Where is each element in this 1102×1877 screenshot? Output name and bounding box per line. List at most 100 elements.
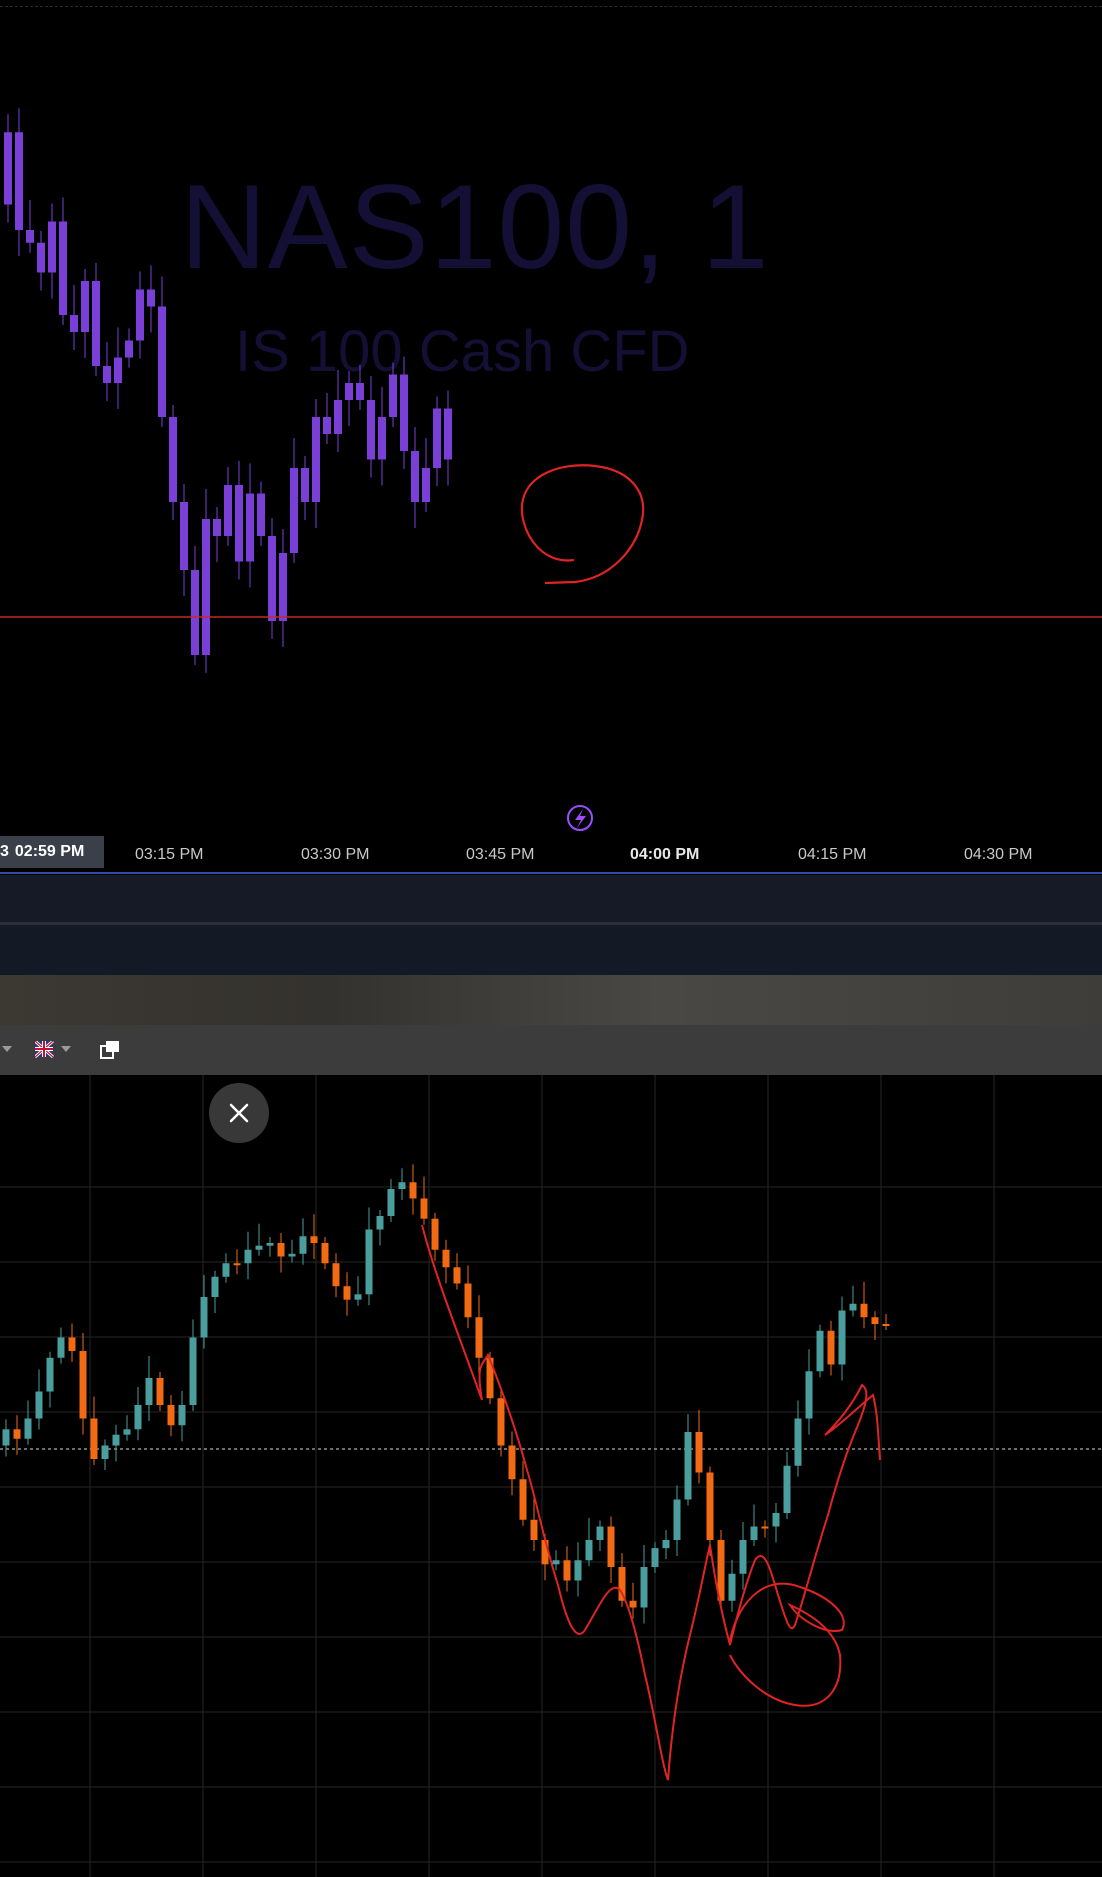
candle-body [244, 1249, 252, 1264]
candle-body [24, 1418, 32, 1439]
candle-body [585, 1540, 593, 1561]
candle-body [411, 451, 419, 502]
browser-chrome-band [0, 975, 1102, 1025]
candle-body [180, 502, 188, 570]
candle-body [444, 408, 452, 460]
candle-body [103, 366, 111, 383]
candle-body [35, 1391, 43, 1419]
candle-body [618, 1567, 626, 1601]
detach-window-icon[interactable] [100, 1040, 122, 1060]
current-time-label: 02:59 PM [14, 843, 85, 860]
candle-body [288, 1253, 296, 1257]
candle-body [123, 1429, 131, 1435]
time-axis: 3 02:59 PM 03:15 PM 03:30 PM 03:45 PM 04:… [0, 836, 1102, 872]
candle-body [299, 1236, 307, 1254]
candle-body [279, 553, 287, 621]
grid-lines [0, 1075, 1102, 1877]
candle-body [2, 1429, 10, 1446]
indicator-band [0, 875, 1102, 922]
panel-divider [0, 872, 1102, 874]
candle-body [376, 1216, 384, 1230]
time-label: 03:45 PM [466, 846, 535, 863]
candle-body [4, 132, 12, 205]
candle-body [607, 1526, 615, 1567]
candle-body [563, 1560, 571, 1581]
candle-body [574, 1560, 582, 1581]
hand-drawn-circle-annotation [520, 464, 645, 585]
candle-body [365, 1229, 373, 1295]
candle-body [211, 1276, 219, 1297]
candle-body [442, 1249, 450, 1268]
uk-flag-icon[interactable] [35, 1041, 75, 1059]
candle-body [356, 383, 364, 400]
candle-body [323, 417, 331, 434]
candle-body [860, 1303, 868, 1318]
candle-body [15, 132, 23, 230]
candle-body [378, 417, 386, 460]
bottom-chart-panel[interactable] [0, 1075, 1102, 1877]
candle-body [257, 493, 265, 536]
top-candles-svg [0, 108, 1102, 831]
candle-body [57, 1337, 65, 1358]
candle-body [290, 468, 298, 553]
candle-body [125, 340, 133, 358]
candle-body [169, 417, 177, 502]
chevron-down-icon[interactable] [0, 1044, 14, 1054]
bottom-chart-svg [0, 1075, 1102, 1877]
candle-body [398, 1182, 406, 1189]
candle-body [233, 1263, 241, 1266]
time-label: 03:15 PM [135, 846, 204, 863]
candle-body [70, 315, 78, 332]
candle-body [46, 1357, 54, 1392]
candle-body [81, 281, 89, 332]
candle-body [48, 221, 56, 273]
candle-body [684, 1432, 692, 1500]
candle-body [37, 242, 45, 273]
toolbar [0, 1025, 1102, 1075]
current-time-prefix: 3 [0, 843, 9, 860]
indicator-band-2 [0, 925, 1102, 975]
candle-body [13, 1429, 21, 1439]
candle-body [387, 1189, 395, 1216]
candle-body [805, 1371, 813, 1419]
candle-body [343, 1286, 351, 1300]
candle-body [134, 1405, 142, 1430]
candle-body [345, 383, 353, 400]
candle-body [695, 1432, 703, 1473]
candle-body [750, 1526, 758, 1540]
candle-body [114, 357, 122, 383]
lightning-bolt-icon [567, 805, 593, 831]
candle-body [849, 1303, 857, 1311]
candle-body [827, 1330, 835, 1365]
candle-body [519, 1479, 527, 1520]
time-label: 04:00 PM [630, 846, 700, 863]
top-chart-panel[interactable]: NAS100, 1 IS 100 Cash CFD 3 02:59 PM 03:1… [0, 0, 1102, 875]
candle-body [508, 1445, 516, 1480]
candle-body [673, 1499, 681, 1540]
candle-body [200, 1297, 208, 1338]
time-label: 03:30 PM [301, 846, 370, 863]
candle-body [191, 570, 199, 655]
candle-body [871, 1317, 879, 1324]
candle-body [255, 1245, 263, 1250]
hand-drawn-annotations [421, 1224, 881, 1781]
candle-body [400, 374, 408, 451]
candle-body [145, 1378, 153, 1405]
candle-body [101, 1445, 109, 1459]
candle-body [431, 1218, 439, 1250]
time-label: 04:15 PM [798, 846, 867, 863]
candle-body [662, 1540, 670, 1549]
candle-body [277, 1243, 285, 1257]
candle-body [497, 1398, 505, 1446]
candle-body [268, 536, 276, 621]
candle-body [79, 1351, 87, 1419]
candle-body [213, 519, 221, 536]
close-button[interactable] [209, 1083, 269, 1143]
candle-body [422, 468, 430, 502]
candle-body [301, 468, 309, 502]
candle-body [706, 1472, 714, 1540]
bottom-candles-group [2, 1164, 890, 1624]
candle-body [354, 1294, 362, 1300]
candle-body [816, 1330, 824, 1372]
candle-body [312, 417, 320, 502]
